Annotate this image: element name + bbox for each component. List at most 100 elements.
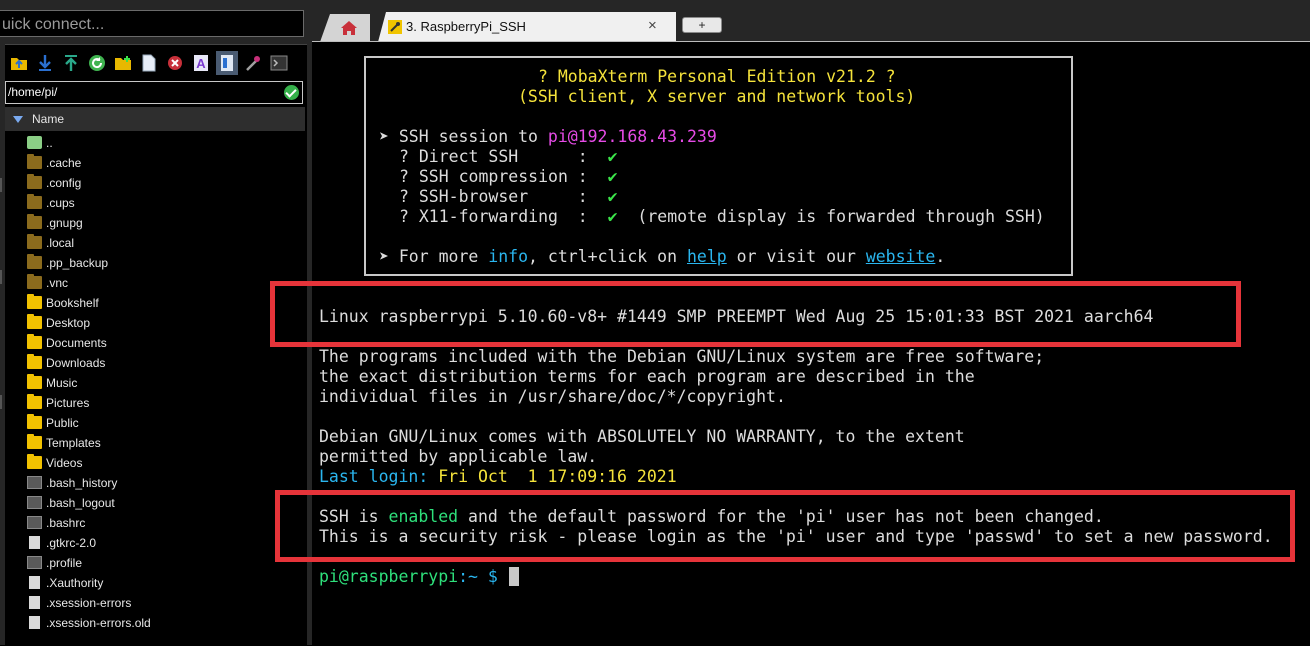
svg-text:A: A <box>196 56 206 71</box>
shell-prompt: pi@raspberrypi:~ $ <box>319 567 508 587</box>
check-icon: ✔ <box>607 207 618 226</box>
file-name: Music <box>46 376 78 390</box>
check-icon: ✔ <box>607 187 618 206</box>
feature-note: (remote display is forwarded through SSH… <box>617 207 1045 226</box>
folder-icon <box>27 234 42 249</box>
last-login-value: Fri Oct 1 17:09:16 2021 <box>428 467 677 486</box>
download-icon[interactable] <box>34 51 56 75</box>
left-panel: uick connect... A /home/pi/ Name .. .cac… <box>0 0 312 646</box>
prompt-path: :~ <box>458 567 478 586</box>
file-name: .. <box>46 136 53 150</box>
column-header-name[interactable]: Name <box>5 107 305 131</box>
banner-subtitle: (SSH client, X server and network tools) <box>518 87 916 106</box>
info-end: . <box>935 247 946 266</box>
folder-icon <box>27 394 42 409</box>
file-icon <box>29 596 40 609</box>
tab-home[interactable] <box>320 14 370 42</box>
file-name: .cache <box>46 156 82 170</box>
confirm-path-icon[interactable] <box>284 85 299 100</box>
file-icon <box>27 516 42 529</box>
tab-bar: 3. RaspberryPi_SSH × + <box>312 0 1310 42</box>
file-icon <box>27 496 42 509</box>
follow-terminal-icon[interactable] <box>216 51 238 75</box>
info-line: ➤ For more info, ctrl+click on help or v… <box>379 247 945 267</box>
tab-label: 3. RaspberryPi_SSH <box>406 19 526 34</box>
terminal-cursor <box>509 567 519 586</box>
home-icon <box>341 21 357 35</box>
delete-icon[interactable] <box>164 51 186 75</box>
folder-icon <box>27 374 42 389</box>
feature-label: ? SSH-browser : <box>399 187 608 206</box>
file-name: Bookshelf <box>46 296 99 310</box>
folder-icon <box>27 454 42 469</box>
new-tab-button[interactable]: + <box>682 17 722 33</box>
magic-wand-icon[interactable] <box>242 51 264 75</box>
warranty-line-1: Debian GNU/Linux comes with ABSOLUTELY N… <box>319 427 965 446</box>
file-name: .gnupg <box>46 216 83 230</box>
help-link[interactable]: help <box>687 247 727 266</box>
file-icon <box>29 616 40 629</box>
file-name: .xsession-errors <box>46 596 132 610</box>
info-link[interactable]: info <box>488 247 528 266</box>
refresh-icon[interactable] <box>86 51 108 75</box>
motd-line-3: individual files in /usr/share/doc/*/cop… <box>319 387 786 406</box>
tab-raspberrypi-ssh[interactable]: 3. RaspberryPi_SSH × <box>378 12 676 42</box>
ssh-session-icon <box>388 20 402 34</box>
prompt-user: pi@raspberrypi <box>319 567 459 586</box>
path-input[interactable]: /home/pi/ <box>5 81 303 104</box>
session-target: pi@192.168.43.239 <box>547 127 717 146</box>
terminal-icon[interactable] <box>268 51 290 75</box>
new-file-icon[interactable] <box>138 51 160 75</box>
close-tab-icon[interactable]: × <box>648 17 657 34</box>
folder-icon <box>27 354 42 369</box>
file-name: .bashrc <box>46 516 86 530</box>
motd-line-2: the exact distribution terms for each pr… <box>319 367 975 386</box>
file-name: Public <box>46 416 79 430</box>
file-name: Downloads <box>46 356 106 370</box>
upload-icon[interactable] <box>60 51 82 75</box>
folder-icon <box>27 274 42 289</box>
last-login-line: Last login: Fri Oct 1 17:09:16 2021 <box>319 467 677 487</box>
check-icon: ✔ <box>607 167 618 186</box>
feature-line: ? Direct SSH : ✔ <box>399 147 618 167</box>
banner-title: ? MobaXterm Personal Edition v21.2 ? <box>538 67 896 86</box>
motd-line-1: The programs included with the Debian GN… <box>319 347 1045 366</box>
sidebar-edge <box>0 60 3 645</box>
feature-line: ? X11-forwarding : ✔ (remote display is … <box>399 207 1045 227</box>
file-name: .bash_logout <box>46 496 115 510</box>
info-prefix: ➤ For more <box>379 247 489 266</box>
folder-icon <box>27 294 42 309</box>
prompt-symbol: $ <box>477 567 508 586</box>
sidebar-edge-tick <box>0 178 2 192</box>
parent-dir-icon <box>27 136 42 149</box>
file-name: .gtkrc-2.0 <box>46 536 97 550</box>
file-name: Videos <box>46 456 83 470</box>
file-name: .xsession-errors.old <box>46 616 151 630</box>
file-name: .cups <box>46 196 75 210</box>
folder-icon <box>27 174 42 189</box>
feature-line: ? SSH compression : ✔ <box>399 167 618 187</box>
file-name: .local <box>46 236 75 250</box>
file-icon <box>27 556 42 569</box>
file-name: .profile <box>46 556 83 570</box>
parent-folder-icon[interactable] <box>8 51 30 75</box>
sort-arrow-icon <box>13 116 23 123</box>
ssh-session-prefix: ➤ SSH session to <box>379 127 548 146</box>
file-name: Templates <box>46 436 101 450</box>
folder-icon <box>27 314 42 329</box>
file-name: Desktop <box>46 316 91 330</box>
file-icon <box>27 476 42 489</box>
sftp-browser: A /home/pi/ Name .. .cache .config .cups .gn… <box>5 44 307 646</box>
folder-icon <box>27 334 42 349</box>
folder-icon <box>27 434 42 449</box>
rename-icon[interactable]: A <box>190 51 212 75</box>
quick-connect-input[interactable]: uick connect... <box>0 10 304 37</box>
new-folder-icon[interactable] <box>112 51 134 75</box>
feature-line: ? SSH-browser : ✔ <box>399 187 618 207</box>
highlight-box-kernel <box>270 281 1241 347</box>
last-login-label: Last login: <box>319 467 429 486</box>
folder-icon <box>27 194 42 209</box>
file-icon <box>29 576 40 589</box>
file-name: .config <box>46 176 82 190</box>
website-link[interactable]: website <box>866 247 936 266</box>
